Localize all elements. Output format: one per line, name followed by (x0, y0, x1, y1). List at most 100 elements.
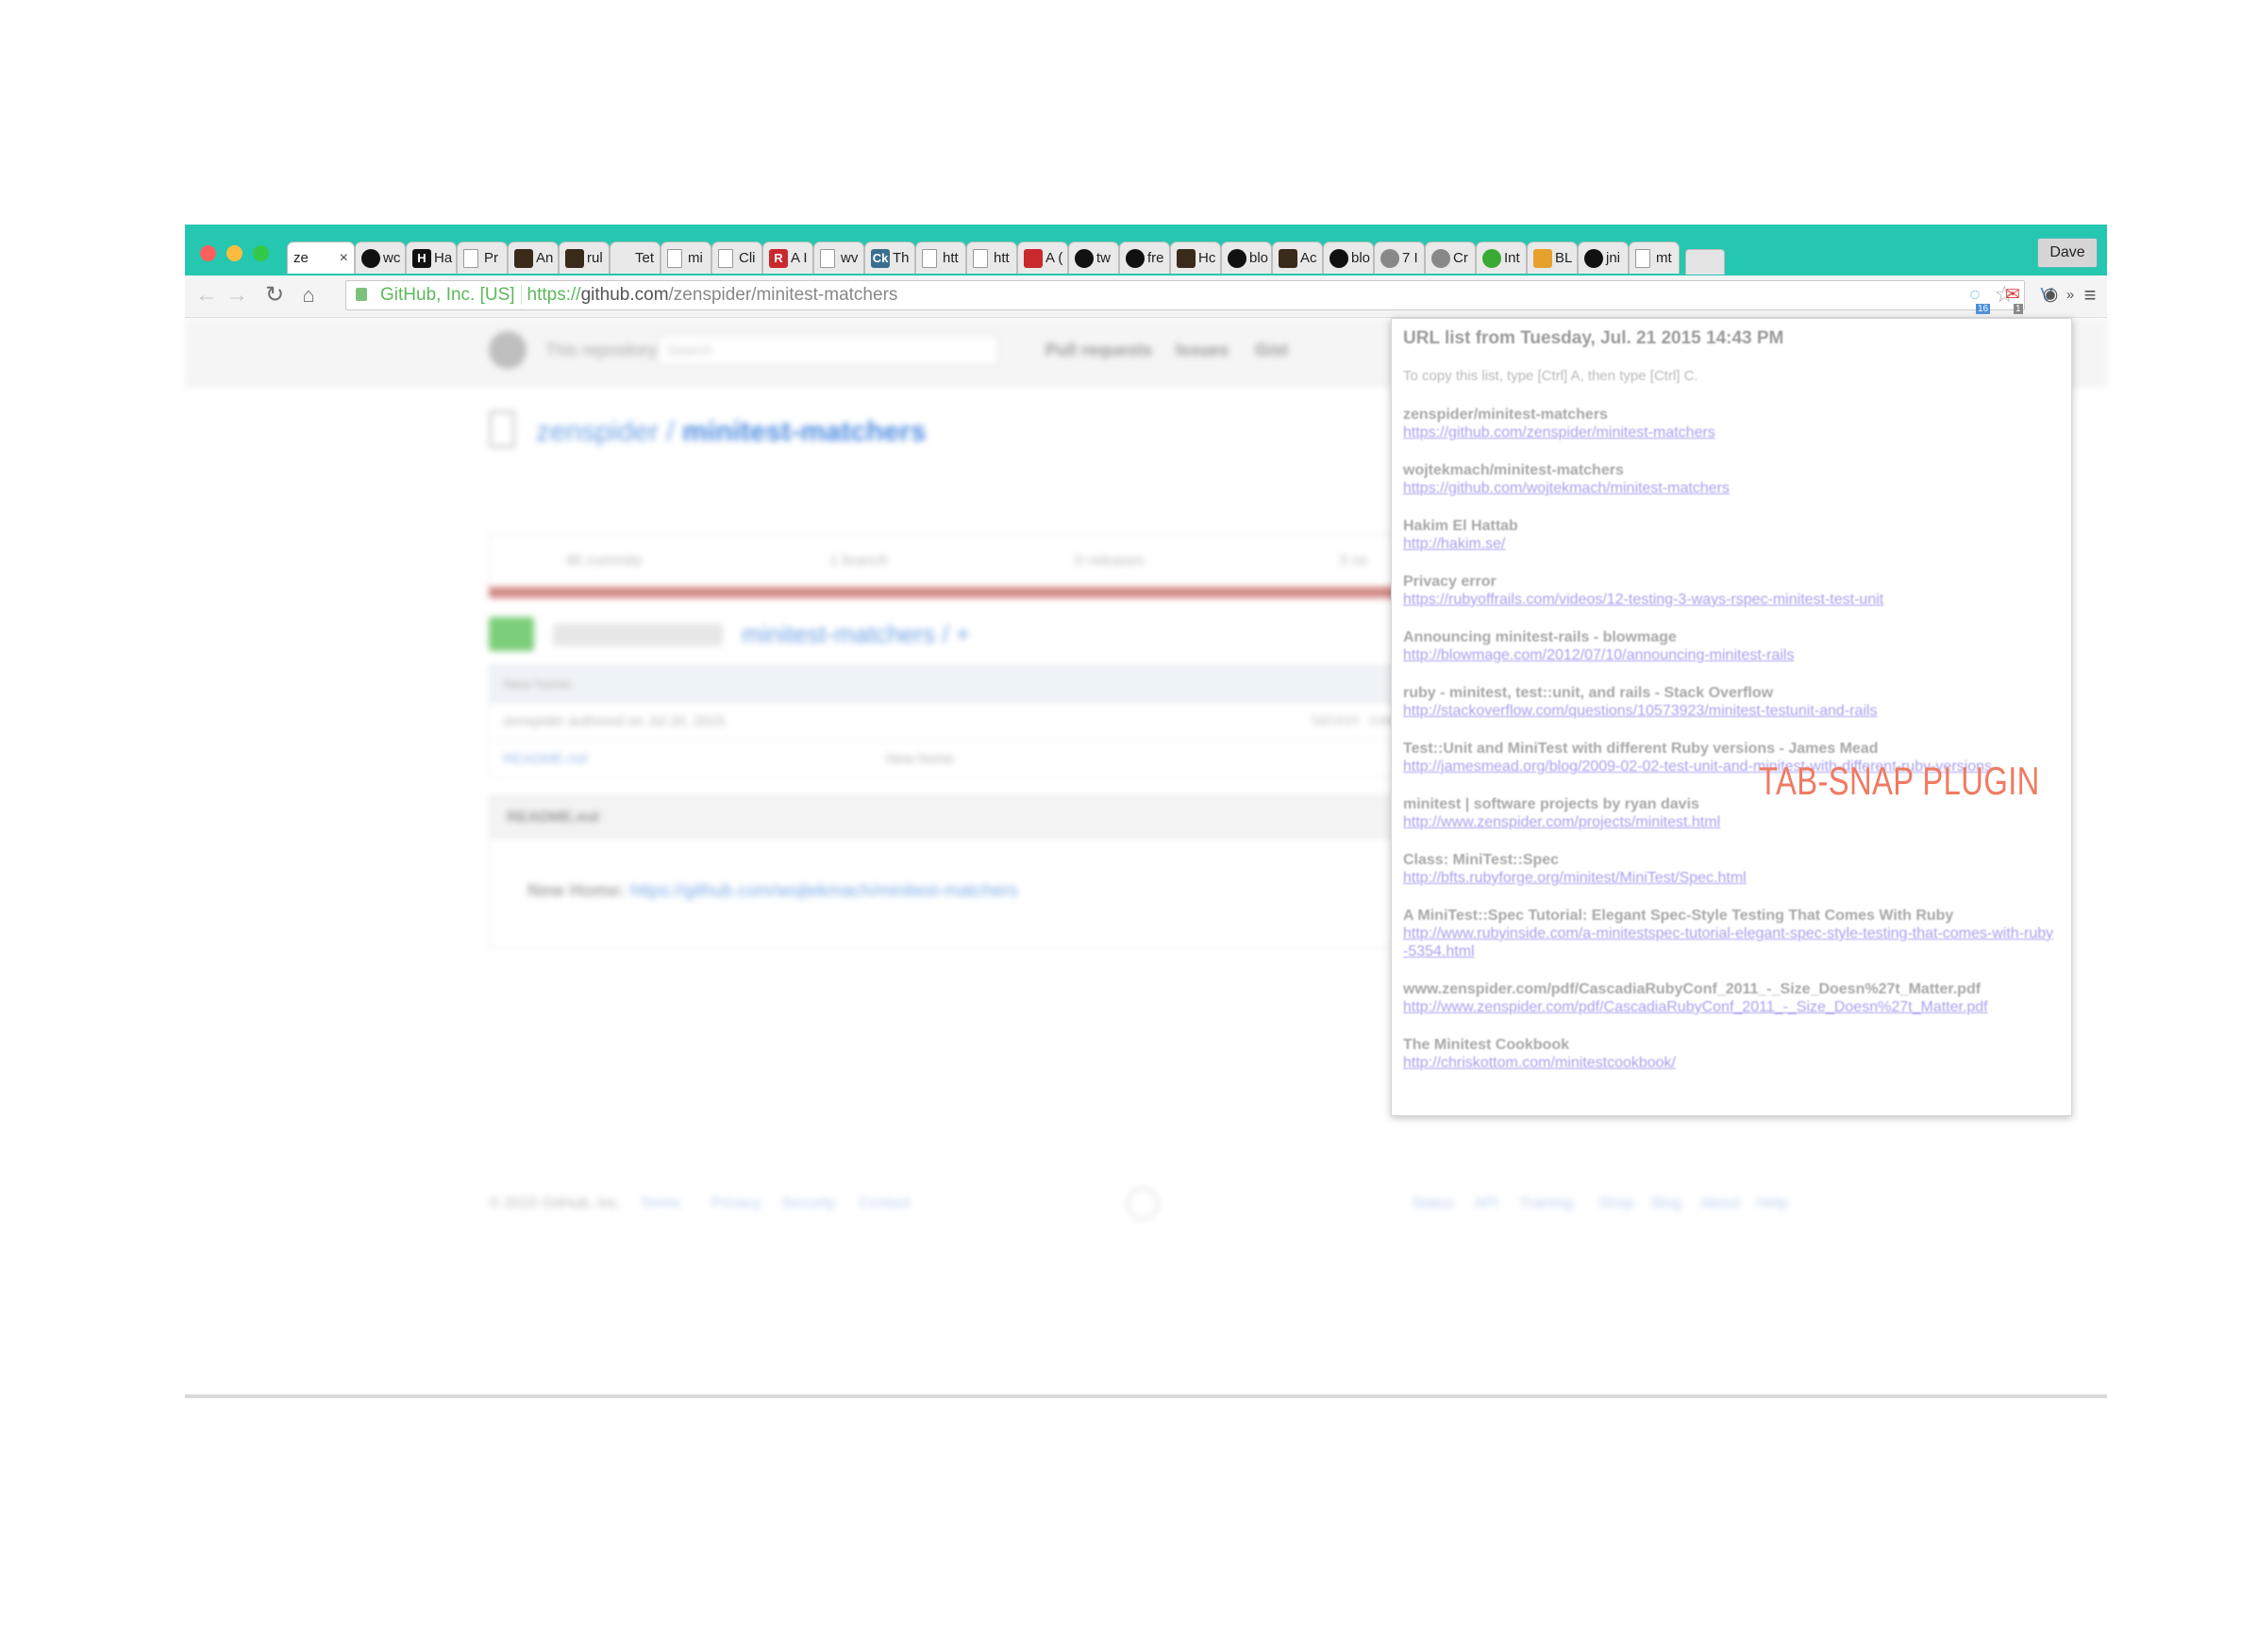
footer-status[interactable]: Status (1412, 1195, 1454, 1212)
footer-training[interactable]: Training (1519, 1195, 1573, 1212)
tab[interactable]: 7 I (1374, 242, 1425, 274)
tab[interactable]: wc (355, 242, 406, 274)
github-logo-icon[interactable] (489, 331, 527, 369)
entry-url-link[interactable]: http://www.zenspider.com/pdf/CascadiaRub… (1403, 998, 2054, 1016)
list-item: The Minitest Cookbook http://chriskottom.… (1403, 1037, 2054, 1072)
menu-icon[interactable]: ≡ (2078, 283, 2102, 308)
tab[interactable]: Pr (457, 242, 508, 274)
tab[interactable]: jni (1578, 242, 1629, 274)
tab[interactable]: Ck Th (864, 242, 915, 274)
github-icon (361, 248, 380, 268)
tab[interactable]: htt (915, 242, 966, 274)
tab-list: ze × wc H Ha Pr An rul Tet mi Cli R A I wv Ck Th htt ht… (287, 242, 1725, 275)
footer-privacy[interactable]: Privacy (711, 1195, 761, 1212)
nav-issues[interactable]: Issues (1176, 341, 1229, 360)
repo-owner-link[interactable]: zenspider (536, 416, 659, 447)
file-row[interactable]: README.md New home (489, 741, 1413, 778)
footer-blog[interactable]: Blog (1651, 1195, 1681, 1212)
tab[interactable]: tw (1068, 242, 1119, 274)
profile-button[interactable]: Dave (2037, 238, 2098, 268)
search-scope: This repository (545, 341, 658, 359)
site-icon (1279, 248, 1297, 268)
entry-url-link[interactable]: http://chriskottom.com/minitestcookbook/ (1403, 1054, 2054, 1072)
footer-security[interactable]: Security (781, 1195, 836, 1212)
entry-url-link[interactable]: http://stackoverflow.com/questions/10573… (1403, 702, 2054, 720)
tab[interactable]: BL (1527, 242, 1578, 274)
tab[interactable]: mi (661, 242, 711, 274)
footer-terms[interactable]: Terms (640, 1195, 681, 1212)
nav-gist[interactable]: Gist (1255, 341, 1288, 360)
file-breadcrumb[interactable]: minitest-matchers / + (742, 620, 970, 649)
tab[interactable]: htt (966, 242, 1017, 274)
entry-url-link[interactable]: http://www.rubyinside.com/a-minitestspec… (1403, 925, 2054, 960)
stat-contributors[interactable]: 3 co (1339, 553, 1367, 570)
tab[interactable]: blo (1323, 242, 1374, 274)
footer-contact[interactable]: Contact (859, 1195, 911, 1212)
ev-badge: GitHub, Inc. [US] (380, 285, 522, 305)
entry-url-link[interactable]: https://github.com/wojtekmach/minitest-m… (1403, 479, 2054, 497)
list-item: Announcing minitest-rails - blowmage http… (1403, 629, 2054, 664)
reload-icon[interactable]: ↻ (262, 283, 287, 308)
entry-url-link[interactable]: http://bfts.rubyforge.org/minitest/MiniT… (1403, 869, 2054, 887)
entry-title: Class: MiniTest::Spec (1403, 852, 1560, 868)
tab[interactable]: Int (1476, 242, 1527, 274)
tab[interactable]: fre (1119, 242, 1170, 274)
entry-url-link[interactable]: http://blowmage.com/2012/07/10/announcin… (1403, 646, 2054, 664)
tab-active[interactable]: ze × (287, 242, 355, 274)
close-tab-icon[interactable]: × (340, 250, 348, 267)
tab[interactable]: A ( (1017, 242, 1068, 274)
address-bar[interactable]: GitHub, Inc. [US] https://github.com/zens… (345, 280, 2025, 310)
tab[interactable]: Tet (610, 242, 661, 274)
entry-url-link[interactable]: http://hakim.se/ (1403, 535, 2054, 553)
entry-title: Privacy error (1403, 574, 1497, 590)
zoom-window-button[interactable] (253, 245, 269, 261)
tab[interactable]: blo (1221, 242, 1272, 274)
file-row[interactable]: zenspider authored on Jul 20, 2015 lates… (489, 703, 1413, 741)
readme-link[interactable]: https://github.com/wojtekmach/minitest-m… (630, 881, 1018, 901)
tab[interactable]: H Ha (406, 242, 457, 274)
footer-shop[interactable]: Shop (1598, 1195, 1633, 1212)
stat-commits[interactable]: 46 commits (565, 553, 643, 570)
tab[interactable]: wv (813, 242, 864, 274)
home-icon[interactable]: ⌂ (296, 283, 321, 308)
eye-icon[interactable]: ◉ (2038, 283, 2063, 308)
entry-url-link[interactable]: http://www.zenspider.com/projects/minite… (1403, 813, 2054, 831)
overflow-chevron-icon[interactable]: » (2063, 283, 2078, 308)
tab-label: Cli (739, 250, 756, 266)
new-tab-button[interactable] (1685, 249, 1725, 275)
tab[interactable]: Cli (711, 242, 762, 274)
tab[interactable]: RA I (762, 242, 813, 274)
back-icon[interactable]: ← (194, 283, 219, 308)
forward-icon[interactable]: → (225, 283, 249, 308)
file-name[interactable]: README.md (503, 751, 587, 767)
footer-help[interactable]: Help (1757, 1195, 1788, 1212)
entry-url-link[interactable]: https://rubyoffrails.com/videos/12-testi… (1403, 591, 2054, 609)
stat-branches[interactable]: 1 branch (829, 553, 888, 570)
close-window-button[interactable] (200, 245, 216, 261)
browser-window: ze × wc H Ha Pr An rul Tet mi Cli R A I wv Ck Th htt ht… (185, 225, 2107, 1398)
list-item: A MiniTest::Spec Tutorial: Elegant Spec-… (1403, 908, 2054, 960)
green-icon (1482, 248, 1501, 268)
branch-select[interactable] (553, 624, 723, 646)
tab[interactable]: mt (1629, 242, 1680, 274)
stat-releases[interactable]: 0 releases (1075, 553, 1145, 570)
page-icon (1635, 248, 1650, 268)
tab[interactable]: Cr (1425, 242, 1476, 274)
page-icon (820, 248, 835, 268)
repo-name-link[interactable]: minitest-matchers (682, 416, 926, 447)
footer-api[interactable]: API (1474, 1195, 1498, 1212)
search-input[interactable]: Search (659, 335, 998, 365)
entry-title: www.zenspider.com/pdf/CascadiaRubyConf_2… (1403, 981, 1982, 997)
compare-button[interactable] (489, 617, 534, 651)
tab[interactable]: Hc (1170, 242, 1221, 274)
commit-tease: New home (489, 665, 1413, 703)
tab-label: jni (1606, 250, 1621, 266)
footer-about[interactable]: About (1700, 1195, 1740, 1212)
tab[interactable]: An (508, 242, 559, 274)
minimize-window-button[interactable] (226, 245, 242, 261)
tab[interactable]: Ac (1272, 242, 1323, 274)
tab-label: Ha (434, 250, 453, 266)
nav-pull-requests[interactable]: Pull requests (1045, 341, 1152, 360)
entry-url-link[interactable]: https://github.com/zenspider/minitest-ma… (1403, 424, 2054, 442)
tab[interactable]: rul (559, 242, 610, 274)
